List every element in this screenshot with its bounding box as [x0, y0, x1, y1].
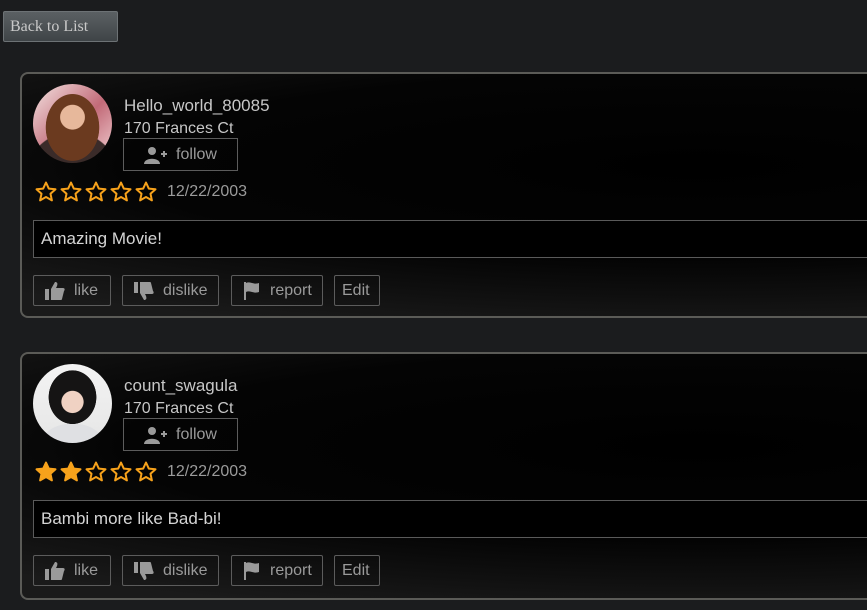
review-username[interactable]: Hello_world_80085	[124, 96, 270, 116]
thumbs-up-icon	[45, 561, 65, 580]
add-user-icon	[144, 145, 168, 165]
edit-button[interactable]: Edit	[334, 555, 380, 586]
thumbs-down-icon	[134, 281, 154, 300]
report-label: report	[270, 561, 312, 579]
follow-button[interactable]: follow	[123, 138, 238, 171]
review-comment: Amazing Movie!	[33, 220, 867, 258]
flag-icon	[243, 281, 261, 300]
follow-label: follow	[176, 145, 217, 163]
review-username[interactable]: count_swagula	[124, 376, 237, 396]
star-empty-icon	[85, 461, 107, 482]
star-empty-icon	[85, 181, 107, 202]
dislike-button[interactable]: dislike	[122, 555, 219, 586]
star-rating	[35, 181, 157, 203]
edit-label: Edit	[342, 561, 370, 579]
review-address: 170 Frances Ct	[124, 400, 234, 417]
star-filled-icon	[35, 461, 57, 482]
user-avatar[interactable]	[33, 364, 112, 443]
follow-label: follow	[176, 425, 217, 443]
review-address: 170 Frances Ct	[124, 120, 234, 137]
star-rating	[35, 461, 157, 483]
star-empty-icon	[135, 181, 157, 202]
report-button[interactable]: report	[231, 555, 323, 586]
dislike-label: dislike	[163, 281, 208, 299]
dislike-label: dislike	[163, 561, 208, 579]
review-card: Hello_world_80085 170 Frances Ct follow …	[20, 72, 867, 318]
edit-button[interactable]: Edit	[334, 275, 380, 306]
like-label: like	[74, 561, 99, 579]
star-empty-icon	[110, 461, 132, 482]
add-user-icon	[144, 425, 168, 445]
review-date: 12/22/2003	[167, 183, 248, 200]
review-comment: Bambi more like Bad-bi!	[33, 500, 867, 538]
like-button[interactable]: like	[33, 555, 111, 586]
thumbs-up-icon	[45, 281, 65, 300]
like-button[interactable]: like	[33, 275, 111, 306]
like-label: like	[74, 281, 99, 299]
flag-icon	[243, 561, 261, 580]
report-label: report	[270, 281, 312, 299]
dislike-button[interactable]: dislike	[122, 275, 219, 306]
star-empty-icon	[35, 181, 57, 202]
back-to-list-button[interactable]: Back to List	[3, 11, 118, 42]
review-date: 12/22/2003	[167, 463, 248, 480]
follow-button[interactable]: follow	[123, 418, 238, 451]
review-card: count_swagula 170 Frances Ct follow 12/2…	[20, 352, 867, 600]
star-empty-icon	[135, 461, 157, 482]
edit-label: Edit	[342, 281, 370, 299]
user-avatar[interactable]	[33, 84, 112, 163]
star-filled-icon	[60, 461, 82, 482]
star-empty-icon	[110, 181, 132, 202]
thumbs-down-icon	[134, 561, 154, 580]
report-button[interactable]: report	[231, 275, 323, 306]
star-empty-icon	[60, 181, 82, 202]
